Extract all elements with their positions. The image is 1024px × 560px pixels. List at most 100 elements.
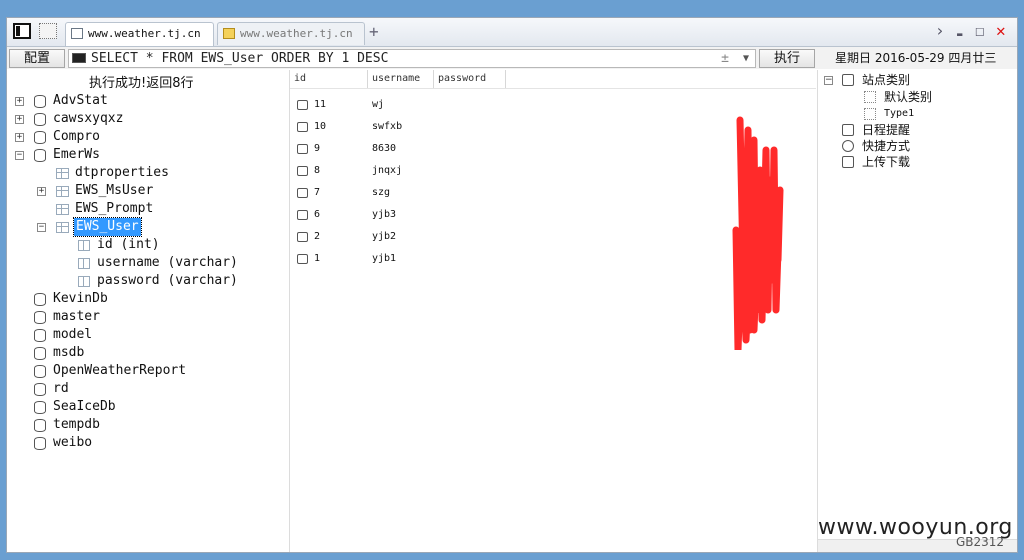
tree-label: Compro: [53, 129, 100, 144]
tree-label: tempdb: [53, 417, 100, 432]
page-icon: [71, 28, 83, 39]
close-button[interactable]: ✕: [996, 22, 1006, 40]
sql-input[interactable]: SELECT * FROM EWS_User ORDER BY 1 DESC ±…: [68, 49, 756, 68]
sidebar-toggle-icon[interactable]: [13, 23, 31, 39]
site-panel: − 站点类别 默认类别 Type1 日程提醒 快捷方式 上传下载: [817, 70, 1017, 552]
table-icon: [56, 186, 69, 197]
tree-label: SeaIceDb: [53, 399, 116, 414]
maximize-button[interactable]: ☐: [975, 22, 985, 40]
row-icon: [297, 100, 308, 110]
column-icon: [78, 258, 90, 269]
tree-label: weibo: [53, 435, 93, 450]
tab-weather-1[interactable]: www.weather.tj.cn: [65, 22, 214, 46]
tree-label: cawsxyqxz: [53, 111, 124, 126]
cell-username: swfxb: [372, 121, 403, 132]
row-icon: [297, 210, 308, 220]
tree-label: id (int): [97, 237, 160, 252]
sql-text: SELECT * FROM EWS_User ORDER BY 1 DESC: [91, 51, 389, 66]
expand-icon[interactable]: +: [15, 97, 24, 106]
expand-icon[interactable]: +: [15, 133, 24, 142]
cell-id: 7: [314, 187, 321, 198]
tab-label: www.weather.tj.cn: [240, 27, 353, 40]
results-grid: id username password 11 wj 10 swfxb 9 8 6…: [290, 70, 816, 552]
tree-label: KevinDb: [53, 291, 108, 306]
encoding-label: GB2312: [956, 535, 1005, 549]
database-icon: [34, 365, 46, 378]
toolbar: 配置 SELECT * FROM EWS_User ORDER BY 1 DES…: [7, 47, 1017, 69]
database-icon: [34, 437, 46, 450]
column-header-password[interactable]: password: [434, 70, 506, 88]
database-icon: [34, 149, 46, 162]
collapse-icon[interactable]: −: [824, 76, 833, 85]
row-icon: [297, 166, 308, 176]
config-button[interactable]: 配置: [9, 49, 65, 68]
reminder-icon: [842, 124, 854, 136]
tab-weather-2[interactable]: www.weather.tj.cn: [217, 22, 365, 45]
tree-label-selected: EWS_User: [73, 217, 142, 237]
column-header-username[interactable]: username: [368, 70, 434, 88]
row-icon: [297, 232, 308, 242]
window-layout-icon[interactable]: [39, 23, 57, 39]
cell-id: 11: [314, 99, 327, 110]
database-icon: [34, 329, 46, 342]
row-icon: [297, 122, 308, 132]
chevron-down-icon[interactable]: ▼: [743, 50, 749, 67]
column-icon: [78, 276, 90, 287]
row-icon: [297, 188, 308, 198]
tree-label: EWS_MsUser: [75, 183, 154, 198]
tree-label: master: [53, 309, 100, 324]
results-header: id username password: [290, 70, 816, 89]
cell-id: 9: [314, 143, 321, 154]
collapse-icon[interactable]: −: [37, 223, 46, 232]
database-tree-panel: 执行成功!返回8行 + AdvStat + cawsxyqxz + Compro…: [7, 70, 290, 552]
console-icon: [72, 53, 86, 63]
tree-label: OpenWeatherReport: [53, 363, 187, 378]
expand-icon[interactable]: +: [15, 115, 24, 124]
cell-id: 1: [314, 253, 321, 264]
row-icon: [297, 254, 308, 264]
database-icon: [34, 293, 46, 306]
collapse-icon[interactable]: −: [15, 151, 24, 160]
cell-username: szg: [372, 187, 391, 198]
cell-username: jnqxj: [372, 165, 403, 176]
execute-button[interactable]: 执行: [759, 49, 815, 68]
row-icon: [297, 144, 308, 154]
tree-label: username (varchar): [97, 255, 238, 270]
tree-label: model: [53, 327, 93, 342]
expand-icon[interactable]: +: [37, 187, 46, 196]
table-icon: [56, 222, 69, 233]
table-icon: [56, 168, 69, 179]
database-icon: [34, 95, 46, 108]
tree-label: 快捷方式: [862, 139, 911, 153]
database-icon: [34, 131, 46, 144]
table-icon: [56, 204, 69, 215]
cell-username: wj: [372, 99, 385, 110]
tree-label: EWS_Prompt: [75, 201, 154, 216]
tree-label: 站点类别: [862, 73, 911, 87]
forward-icon[interactable]: ›: [935, 22, 945, 40]
redaction-scribble: [732, 116, 784, 350]
tree-label: 日程提醒: [862, 123, 911, 137]
cell-id: 8: [314, 165, 321, 176]
column-header-id[interactable]: id: [290, 70, 368, 88]
cell-id: 6: [314, 209, 321, 220]
cell-username: yjb1: [372, 253, 397, 264]
transfer-icon: [842, 156, 854, 168]
item-icon: [864, 108, 876, 120]
tree-label: AdvStat: [53, 93, 108, 108]
tab-label: www.weather.tj.cn: [88, 27, 201, 40]
database-icon: [34, 311, 46, 324]
database-icon: [34, 113, 46, 126]
plus-minus-icon[interactable]: ±: [721, 50, 729, 67]
cell-username: yjb3: [372, 209, 397, 220]
tree-label: 上传下载: [862, 155, 911, 169]
new-tab-button[interactable]: +: [369, 24, 379, 40]
date-display: 星期日 2016-05-29 四月廿三: [835, 51, 997, 65]
cell-id: 10: [314, 121, 327, 132]
database-icon: [34, 419, 46, 432]
tree-label: dtproperties: [75, 165, 169, 180]
app-window: www.weather.tj.cn www.weather.tj.cn + › …: [6, 17, 1018, 553]
minimize-button[interactable]: ▬: [957, 26, 962, 44]
tree-label: 默认类别: [884, 90, 933, 104]
tree-label: EmerWs: [53, 147, 100, 162]
